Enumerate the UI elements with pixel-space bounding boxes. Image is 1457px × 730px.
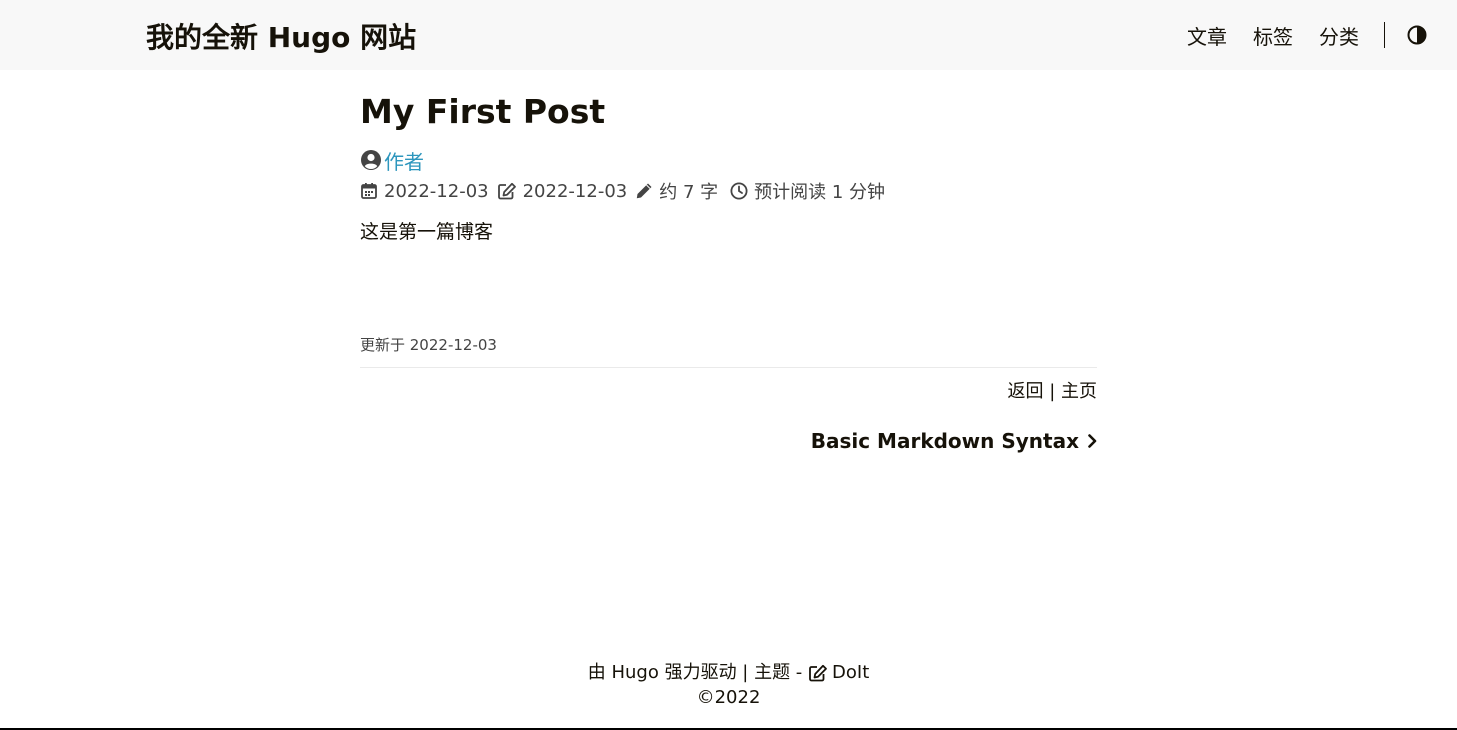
- publish-date: 2022-12-03: [360, 181, 489, 202]
- post-meta: 2022-12-03 2022-12-03 约 7 字 预计阅读 1 分钟: [360, 178, 1097, 204]
- theme-link[interactable]: DoIt: [832, 660, 869, 685]
- header: 我的全新 Hugo 网站 文章 标签 分类: [0, 0, 1457, 70]
- nav-item-categories[interactable]: 分类: [1319, 21, 1359, 50]
- author-link[interactable]: 作者: [384, 146, 424, 175]
- home-link[interactable]: 主页: [1061, 381, 1097, 402]
- next-post-link[interactable]: Basic Markdown Syntax: [360, 429, 1097, 453]
- post-author: 作者: [360, 146, 1097, 175]
- post-content: 这是第一篇博客: [360, 221, 494, 243]
- footer-powered-suffix: 强力驱动 | 主题 -: [658, 662, 809, 683]
- word-count: 约 7 字: [635, 178, 718, 204]
- user-circle-icon: [360, 149, 382, 171]
- post-title: My First Post: [360, 92, 606, 131]
- nav-divider: [1384, 22, 1385, 48]
- next-post-title: Basic Markdown Syntax: [810, 429, 1079, 453]
- post-container: My First Post 作者 2022-12-03 2022-12-03 约…: [360, 90, 1097, 453]
- pencil-icon: [635, 182, 659, 200]
- post-footer-links: 返回 | 主页: [360, 377, 1097, 403]
- last-updated: 更新于 2022-12-03: [360, 334, 1097, 368]
- modified-date: 2022-12-03: [497, 180, 628, 202]
- edit-icon: [808, 664, 828, 682]
- word-count-value: 约 7 字: [659, 182, 719, 203]
- footer: 由 Hugo 强力驱动 | 主题 - DoIt ©2022: [0, 660, 1457, 710]
- page: 我的全新 Hugo 网站 文章 标签 分类 My First Post 作者 2…: [0, 0, 1457, 730]
- back-link[interactable]: 返回: [1007, 381, 1043, 402]
- reading-time: 预计阅读 1 分钟: [730, 178, 885, 204]
- chevron-right-icon: [1079, 434, 1097, 448]
- footer-powered-prefix: 由: [587, 662, 612, 683]
- edit-icon: [497, 182, 523, 200]
- clock-icon: [730, 182, 754, 200]
- hugo-link[interactable]: Hugo: [611, 660, 658, 685]
- calendar-icon: [360, 182, 384, 200]
- copyright-text: ©2022: [696, 687, 761, 708]
- nav: 文章 标签 分类: [1161, 20, 1427, 50]
- reading-time-value: 预计阅读 1 分钟: [754, 182, 886, 203]
- nav-item-tags[interactable]: 标签: [1253, 21, 1293, 50]
- publish-date-value: 2022-12-03: [384, 180, 489, 202]
- contrast-icon[interactable]: [1407, 25, 1427, 45]
- link-separator: |: [1049, 381, 1056, 402]
- site-title[interactable]: 我的全新 Hugo 网站: [146, 16, 416, 56]
- footer-copyright: ©2022: [0, 685, 1457, 710]
- nav-item-posts[interactable]: 文章: [1187, 21, 1227, 50]
- modified-date-value: 2022-12-03: [522, 180, 628, 202]
- footer-powered: 由 Hugo 强力驱动 | 主题 - DoIt: [0, 660, 1457, 685]
